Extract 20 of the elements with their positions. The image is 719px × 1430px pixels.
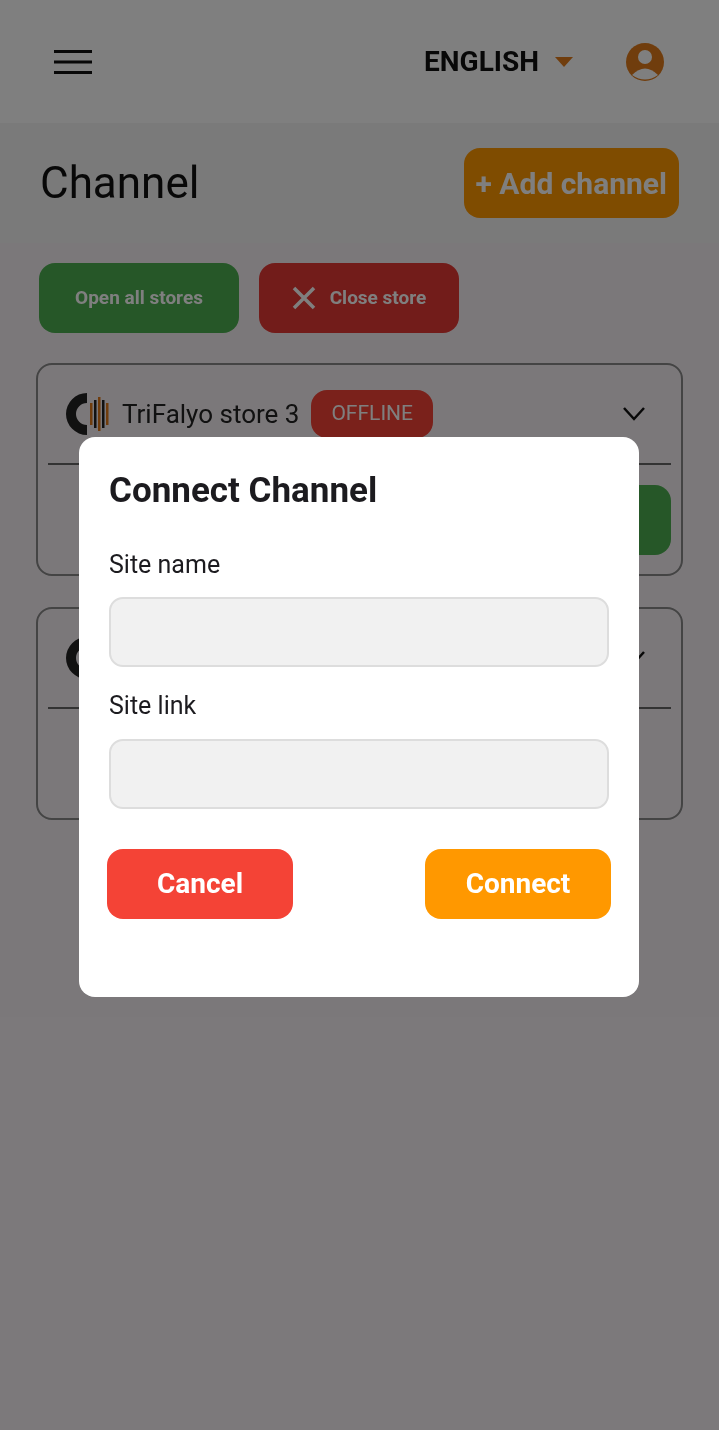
status-badge: OFFLINE [311, 390, 433, 438]
close-store-button[interactable]: Close store [259, 263, 459, 333]
open-stores-button[interactable]: Open all stores [39, 263, 239, 333]
add-channel-button[interactable]: + Add channel [463, 148, 679, 218]
language-selector[interactable]: ENGLISH [424, 40, 539, 83]
field-label: Site link [109, 690, 198, 722]
field-label: Site name [109, 548, 222, 581]
input-field[interactable] [109, 597, 609, 667]
dialog-title: Connect Channel [109, 469, 379, 513]
page-title: Channel [40, 156, 200, 211]
menu-icon[interactable] [54, 48, 92, 75]
close-icon [291, 286, 316, 310]
chevron-down-icon[interactable] [623, 407, 645, 421]
store-name: TriFalyo store 3 [122, 397, 300, 431]
store-logo-icon [64, 391, 110, 437]
connect-button[interactable]: Connect [425, 848, 611, 919]
caret-icon[interactable] [555, 56, 573, 67]
cancel-button[interactable]: Cancel [107, 848, 293, 919]
user-avatar-icon[interactable] [625, 41, 665, 82]
input-field[interactable] [109, 738, 609, 809]
